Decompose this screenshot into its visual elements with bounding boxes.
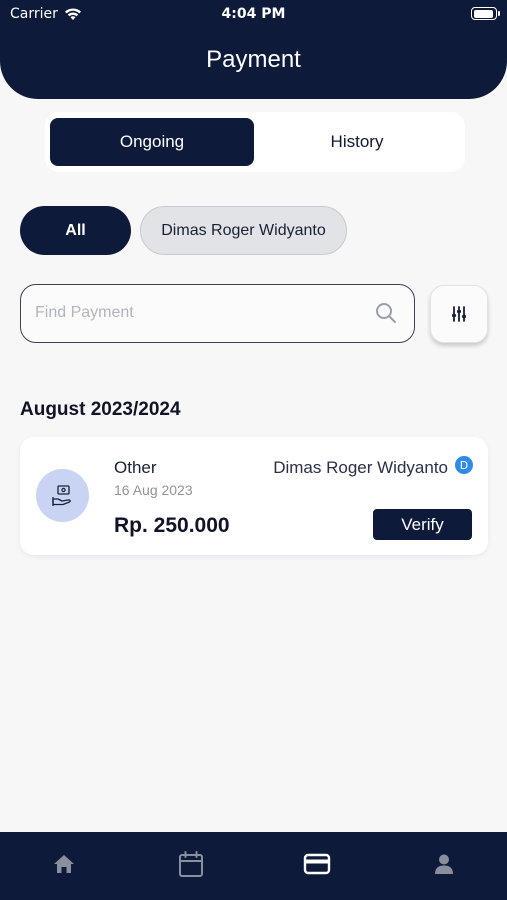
payment-card[interactable]: Other 16 Aug 2023 Rp. 250.000 Dimas Roge… xyxy=(20,437,488,555)
filter-chip-person[interactable]: Dimas Roger Widyanto xyxy=(140,206,347,255)
hand-money-icon xyxy=(51,484,71,506)
verify-button[interactable]: Verify xyxy=(373,509,472,540)
nav-calendar[interactable] xyxy=(177,850,205,878)
payer-avatar-badge: D xyxy=(455,456,473,474)
payment-tabs: Ongoing History xyxy=(45,112,465,172)
payment-category: Other xyxy=(114,458,157,477)
status-bar: Carrier 4:04 PM xyxy=(0,0,507,28)
page-title: Payment xyxy=(206,46,301,73)
card-icon xyxy=(303,853,331,875)
calendar-icon xyxy=(179,851,203,877)
filter-chip-all[interactable]: All xyxy=(20,206,131,255)
payer-name: Dimas Roger Widyanto xyxy=(273,458,448,477)
section-title: August 2023/2024 xyxy=(20,399,181,420)
payment-amount: Rp. 250.000 xyxy=(114,514,230,537)
profile-icon xyxy=(435,854,453,874)
tab-history[interactable]: History xyxy=(255,118,459,166)
nav-payment[interactable] xyxy=(303,850,331,878)
battery-icon xyxy=(471,7,500,20)
search-placeholder: Find Payment xyxy=(35,304,134,321)
home-icon xyxy=(54,855,74,873)
header: Carrier 4:04 PM Payment xyxy=(0,0,507,99)
nav-profile[interactable] xyxy=(430,850,458,878)
search-icon xyxy=(376,303,396,323)
bottom-nav xyxy=(0,832,507,900)
payment-date: 16 Aug 2023 xyxy=(114,482,193,498)
payment-category-icon xyxy=(36,469,89,522)
clock: 4:04 PM xyxy=(221,6,286,22)
filter-button[interactable] xyxy=(430,285,488,343)
tab-ongoing[interactable]: Ongoing xyxy=(50,118,254,166)
sliders-icon xyxy=(452,306,466,322)
search-input[interactable]: Find Payment xyxy=(20,284,415,343)
nav-home[interactable] xyxy=(50,850,78,878)
